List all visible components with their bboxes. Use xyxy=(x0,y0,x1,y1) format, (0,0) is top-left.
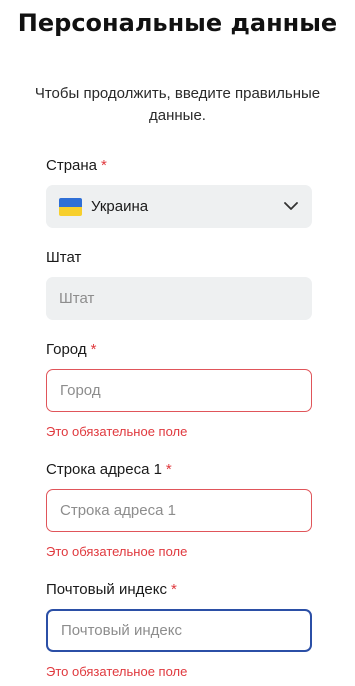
postal-code-label-text: Почтовый индекс xyxy=(46,581,167,598)
postal-code-input[interactable] xyxy=(46,609,312,652)
postal-code-label: Почтовый индекс * xyxy=(46,581,177,599)
page-title: Персональные данные xyxy=(17,9,338,37)
country-select[interactable]: Украина xyxy=(46,185,312,228)
chevron-down-icon xyxy=(283,199,299,215)
city-input[interactable] xyxy=(46,369,312,412)
city-label-text: Город xyxy=(46,341,87,358)
state-label-text: Штат xyxy=(46,249,82,266)
page-subtitle: Чтобы продолжить, введите правильные дан… xyxy=(34,85,321,124)
required-mark: * xyxy=(165,461,172,478)
address-line1-label-text: Строка адреса 1 xyxy=(46,461,162,478)
address-line1-input[interactable] xyxy=(46,489,312,532)
personal-data-form: Персональные данные Чтобы продолжить, вв… xyxy=(0,0,355,686)
city-label: Город * xyxy=(46,341,96,359)
required-mark: * xyxy=(170,581,177,598)
ukraine-flag-icon xyxy=(59,197,82,216)
postal-code-error-message: Это обязательное поле xyxy=(46,664,188,679)
state-label: Штат xyxy=(46,249,81,267)
country-label-text: Страна xyxy=(46,157,98,174)
city-error-message: Это обязательное поле xyxy=(46,424,188,439)
address-line1-error-message: Это обязательное поле xyxy=(46,544,188,559)
country-select-value: Украина xyxy=(91,198,149,215)
required-mark: * xyxy=(101,157,107,174)
address-line1-label: Строка адреса 1 * xyxy=(46,461,172,479)
country-label: Страна * xyxy=(46,157,107,175)
state-input[interactable] xyxy=(46,277,312,320)
required-mark: * xyxy=(90,341,97,358)
